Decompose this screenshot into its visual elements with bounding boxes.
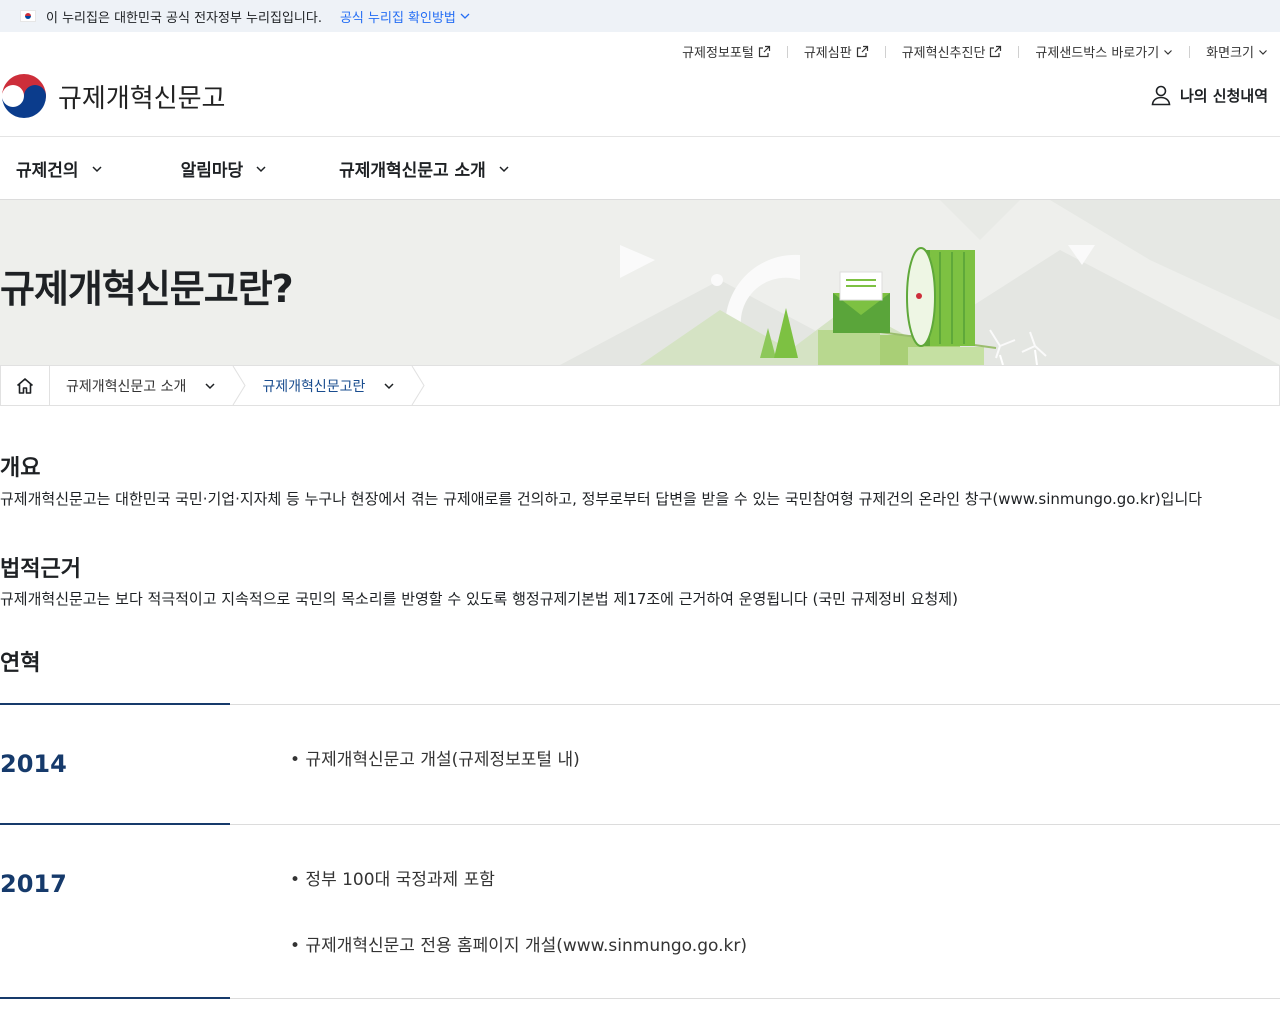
- util-link-label: 규제심판: [803, 46, 852, 61]
- nav-menu-label: 규제개혁신문고 소개: [339, 161, 486, 181]
- history-year: 2017: [0, 870, 67, 898]
- history-item: • 정부 100대 국정과제 포함: [290, 870, 495, 890]
- history-divider: [0, 823, 1280, 825]
- util-link-label: 규제정보포털: [682, 46, 754, 61]
- nav-menu-label: 규제건의: [16, 161, 79, 181]
- nav-menu-notice[interactable]: 알림마당: [181, 156, 268, 181]
- hero-banner: 규제개혁신문고란?: [0, 200, 1280, 365]
- nav-menu-about[interactable]: 규제개혁신문고 소개: [339, 156, 510, 181]
- external-link-icon: [758, 45, 770, 58]
- breadcrumb-separator: [232, 366, 246, 405]
- divider: [884, 45, 886, 58]
- breadcrumb-item-about[interactable]: 규제개혁신문고 소개: [50, 366, 232, 405]
- divider: [1018, 45, 1020, 58]
- chevron-down-icon: [499, 165, 509, 172]
- breadcrumb: 규제개혁신문고 소개 규제개혁신문고란: [0, 365, 1280, 406]
- utility-nav: 규제정보포털 규제심판 규제혁신추진단 규제샌드박스 바로가기 화면크기: [682, 42, 1268, 61]
- user-icon: [1151, 85, 1171, 106]
- history-item: • 규제개혁신문고 개설(규제정보포털 내): [290, 750, 580, 770]
- chevron-down-icon: [92, 165, 102, 172]
- breadcrumb-label: 규제개혁신문고 소개: [66, 378, 187, 395]
- util-screen-size[interactable]: 화면크기: [1206, 42, 1268, 61]
- history-item: • 규제개혁신문고 전용 홈페이지 개설(www.sinmungo.go.kr): [290, 936, 747, 956]
- section-title-overview: 개요: [0, 456, 41, 481]
- history-divider: [0, 703, 1280, 705]
- external-link-icon: [856, 45, 868, 58]
- nav-menu-proposal[interactable]: 규제건의: [16, 156, 103, 181]
- external-link-icon: [990, 45, 1002, 58]
- nav-menu-label: 알림마당: [180, 161, 244, 181]
- gov-banner: 이 누리집은 대한민국 공식 전자정부 누리집입니다. 공식 누리집 확인방법: [0, 0, 1280, 32]
- divider: [1189, 45, 1191, 58]
- hero-title: 규제개혁신문고란?: [0, 267, 294, 311]
- main-nav: 규제건의 알림마당 규제개혁신문고 소개: [0, 137, 1280, 200]
- util-link-label: 규제혁신추진단: [901, 46, 986, 61]
- chevron-down-icon: [384, 382, 394, 389]
- history-divider-accent: [0, 997, 230, 999]
- chevron-down-icon: [460, 13, 470, 19]
- history-divider-accent: [0, 823, 230, 825]
- my-applications-link[interactable]: 나의 신청내역: [1150, 84, 1268, 106]
- util-link-innovation-team[interactable]: 규제혁신추진단: [902, 42, 1003, 61]
- util-link-regulation-portal[interactable]: 규제정보포털: [682, 42, 771, 61]
- history-divider: [0, 997, 1280, 999]
- chevron-down-icon: [1164, 49, 1173, 55]
- history-year: 2014: [0, 750, 67, 778]
- home-icon: [16, 377, 34, 394]
- section-title-history: 연혁: [0, 651, 41, 676]
- chevron-down-icon: [256, 165, 266, 172]
- gov-verify-link[interactable]: 공식 누리집 확인방법: [340, 7, 470, 26]
- section-text-overview: 규제개혁신문고는 대한민국 국민·기업·지자체 등 누구나 현장에서 겪는 규제…: [0, 490, 1203, 508]
- gov-banner-text: 이 누리집은 대한민국 공식 전자정부 누리집입니다.: [46, 10, 322, 26]
- my-applications-label: 나의 신청내역: [1179, 86, 1268, 105]
- breadcrumb-label: 규제개혁신문고란: [262, 378, 366, 395]
- gov-logo-icon: [1, 73, 47, 119]
- gov-verify-link-label: 공식 누리집 확인방법: [339, 10, 456, 26]
- section-title-legal: 법적근거: [0, 557, 81, 582]
- site-logo[interactable]: 규제개혁신문고: [0, 72, 225, 120]
- util-link-label: 규제샌드박스 바로가기: [1035, 46, 1160, 61]
- site-title: 규제개혁신문고: [58, 83, 226, 114]
- history-divider-accent: [0, 703, 230, 705]
- breadcrumb-item-current[interactable]: 규제개혁신문고란: [246, 366, 411, 405]
- chevron-down-icon: [205, 382, 215, 389]
- section-text-legal: 규제개혁신문고는 보다 적극적이고 지속적으로 국민의 목소리를 반영할 수 있…: [0, 590, 958, 608]
- divider: [786, 45, 788, 58]
- util-link-sandbox[interactable]: 규제샌드박스 바로가기: [1035, 42, 1173, 61]
- util-link-regulation-review[interactable]: 규제심판: [804, 42, 869, 61]
- util-link-label: 화면크기: [1206, 46, 1254, 61]
- chevron-down-icon: [1259, 49, 1267, 55]
- breadcrumb-separator: [411, 366, 426, 405]
- breadcrumb-home[interactable]: [1, 366, 50, 405]
- flag-icon: [20, 10, 36, 22]
